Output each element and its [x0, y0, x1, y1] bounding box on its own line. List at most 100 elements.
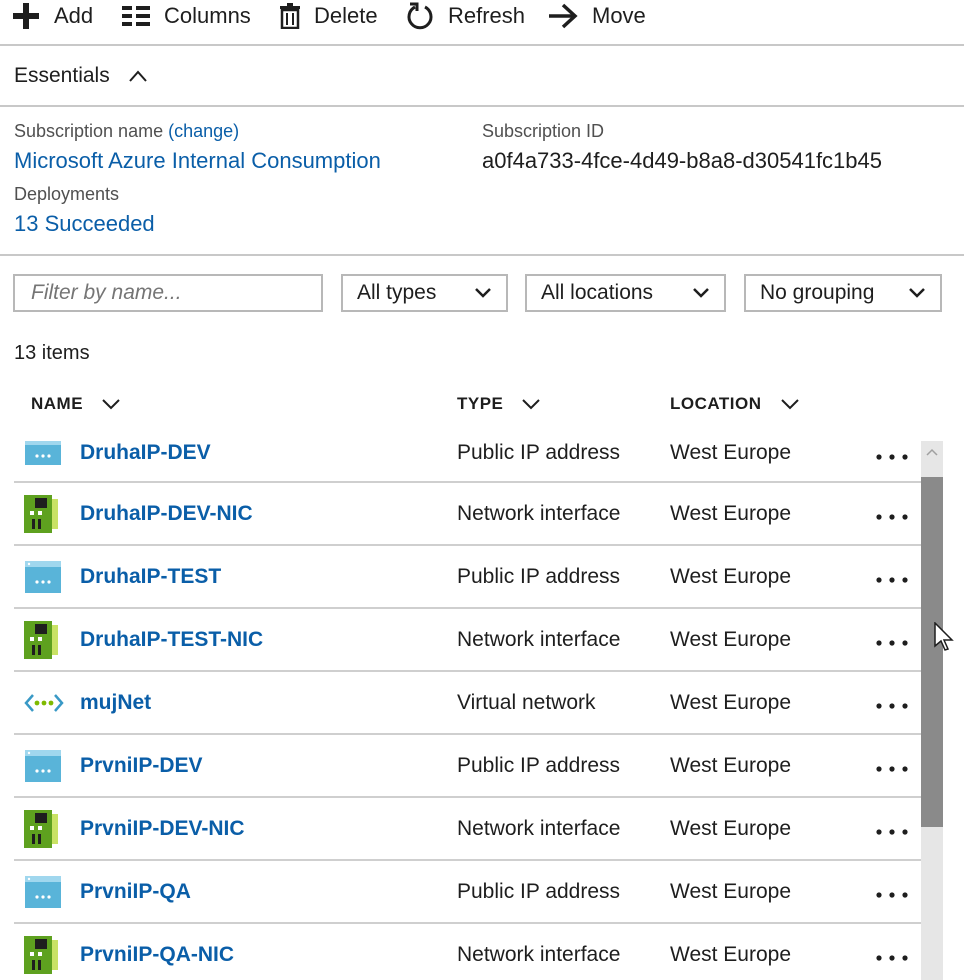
add-button[interactable]: Add — [12, 0, 93, 32]
row-name-link[interactable]: PrvniIP-DEV-NIC — [80, 817, 245, 841]
public-ip-icon — [24, 876, 62, 913]
columns-button[interactable]: Columns — [122, 0, 251, 32]
mouse-cursor-icon — [934, 622, 954, 651]
plus-icon — [13, 3, 39, 29]
row-location: West Europe — [670, 880, 792, 903]
table-row[interactable]: PrvniIP-DEV Public IP address West Europ… — [14, 735, 921, 798]
more-options-button[interactable] — [876, 885, 908, 903]
ellipsis-icon — [876, 454, 908, 460]
column-header-type[interactable]: TYPE — [457, 394, 541, 414]
row-type: Network interface — [457, 943, 621, 966]
filter-by-name-input[interactable] — [15, 281, 321, 305]
toolbar-divider — [0, 44, 964, 46]
chevron-down-icon — [693, 288, 709, 298]
grouping-dropdown[interactable]: No grouping — [744, 274, 942, 312]
column-header-name[interactable]: NAME — [31, 394, 121, 414]
more-options-button[interactable] — [876, 570, 908, 588]
subscription-name-link[interactable]: Microsoft Azure Internal Consumption — [14, 148, 381, 174]
row-location: West Europe — [670, 502, 792, 525]
ellipsis-icon — [876, 766, 908, 772]
row-name-link[interactable]: DruhaIP-TEST — [80, 565, 221, 589]
network-interface-icon — [24, 810, 60, 853]
move-label: Move — [592, 3, 646, 28]
ellipsis-icon — [876, 514, 908, 520]
delete-button[interactable]: Delete — [280, 0, 378, 32]
ellipsis-icon — [876, 829, 908, 835]
essentials-divider — [0, 105, 964, 107]
row-name-link[interactable]: mujNet — [80, 691, 151, 715]
row-type: Network interface — [457, 817, 621, 840]
row-location: West Europe — [670, 628, 792, 651]
table-row[interactable]: DruhaIP-DEV Public IP address West Europ… — [14, 441, 921, 483]
row-name-link[interactable]: DruhaIP-TEST-NIC — [80, 628, 263, 652]
filters-divider — [0, 254, 964, 256]
row-type: Virtual network — [457, 691, 596, 714]
chevron-down-icon — [909, 288, 925, 298]
essentials-title: Essentials — [14, 64, 110, 87]
row-name-link[interactable]: DruhaIP-DEV-NIC — [80, 502, 253, 526]
network-interface-icon — [24, 621, 60, 664]
chevron-down-icon — [780, 399, 799, 410]
table-row[interactable]: mujNet Virtual network West Europe — [14, 672, 921, 735]
table-row[interactable]: DruhaIP-DEV-NIC Network interface West E… — [14, 483, 921, 546]
virtual-network-icon — [24, 693, 64, 718]
subscription-name-label-row: Subscription name (change) — [14, 121, 239, 142]
item-count: 13 items — [14, 342, 90, 364]
columns-label: Columns — [164, 3, 251, 28]
locations-dropdown[interactable]: All locations — [525, 274, 726, 312]
more-options-button[interactable] — [876, 507, 908, 525]
more-options-button[interactable] — [876, 447, 908, 465]
row-location: West Europe — [670, 754, 792, 777]
trash-icon — [280, 3, 300, 29]
row-type: Public IP address — [457, 880, 621, 903]
more-options-button[interactable] — [876, 948, 908, 966]
scrollbar-thumb[interactable] — [921, 477, 943, 827]
ellipsis-icon — [876, 577, 908, 583]
row-name-link[interactable]: PrvniIP-QA — [80, 880, 191, 904]
add-label: Add — [54, 3, 94, 28]
column-header-location[interactable]: LOCATION — [670, 394, 800, 414]
chevron-down-icon — [475, 288, 491, 298]
essentials-toggle[interactable]: Essentials — [14, 64, 148, 88]
deployments-link[interactable]: 13 Succeeded — [14, 211, 155, 237]
move-button[interactable]: Move — [548, 0, 646, 32]
subscription-name-label: Subscription name — [14, 121, 164, 141]
ellipsis-icon — [876, 955, 908, 961]
table-row[interactable]: DruhaIP-TEST Public IP address West Euro… — [14, 546, 921, 609]
row-name-link[interactable]: PrvniIP-QA-NIC — [80, 943, 234, 967]
row-type: Public IP address — [457, 565, 621, 588]
ellipsis-icon — [876, 703, 908, 709]
scroll-up-button[interactable] — [921, 441, 943, 463]
delete-label: Delete — [314, 3, 378, 28]
row-name-link[interactable]: DruhaIP-DEV — [80, 441, 211, 465]
row-location: West Europe — [670, 817, 792, 840]
table-row[interactable]: DruhaIP-TEST-NIC Network interface West … — [14, 609, 921, 672]
ellipsis-icon — [876, 892, 908, 898]
column-location-label: LOCATION — [670, 394, 762, 413]
deployments-label: Deployments — [14, 184, 120, 204]
row-name-link[interactable]: PrvniIP-DEV — [80, 754, 203, 778]
row-location: West Europe — [670, 691, 792, 714]
grouping-dropdown-value: No grouping — [760, 281, 875, 304]
change-subscription-link[interactable]: (change) — [168, 121, 239, 141]
refresh-button[interactable]: Refresh — [406, 0, 525, 32]
refresh-label: Refresh — [448, 3, 526, 28]
column-name-label: NAME — [31, 394, 84, 413]
public-ip-icon — [24, 750, 62, 787]
more-options-button[interactable] — [876, 633, 908, 651]
row-type: Public IP address — [457, 441, 621, 464]
row-location: West Europe — [670, 441, 792, 464]
filter-by-name-field[interactable] — [13, 274, 323, 312]
more-options-button[interactable] — [876, 759, 908, 777]
row-type: Network interface — [457, 502, 621, 525]
table-row[interactable]: PrvniIP-DEV-NIC Network interface West E… — [14, 798, 921, 861]
chevron-up-icon — [926, 448, 938, 456]
network-interface-icon — [24, 495, 60, 538]
subscription-id-label: Subscription ID — [482, 121, 605, 141]
types-dropdown[interactable]: All types — [341, 274, 508, 312]
table-row[interactable]: PrvniIP-QA Public IP address West Europe — [14, 861, 921, 924]
more-options-button[interactable] — [876, 822, 908, 840]
table-row[interactable]: PrvniIP-QA-NIC Network interface West Eu… — [14, 924, 921, 980]
resource-list: DruhaIP-DEV Public IP address West Europ… — [14, 441, 921, 980]
more-options-button[interactable] — [876, 696, 908, 714]
